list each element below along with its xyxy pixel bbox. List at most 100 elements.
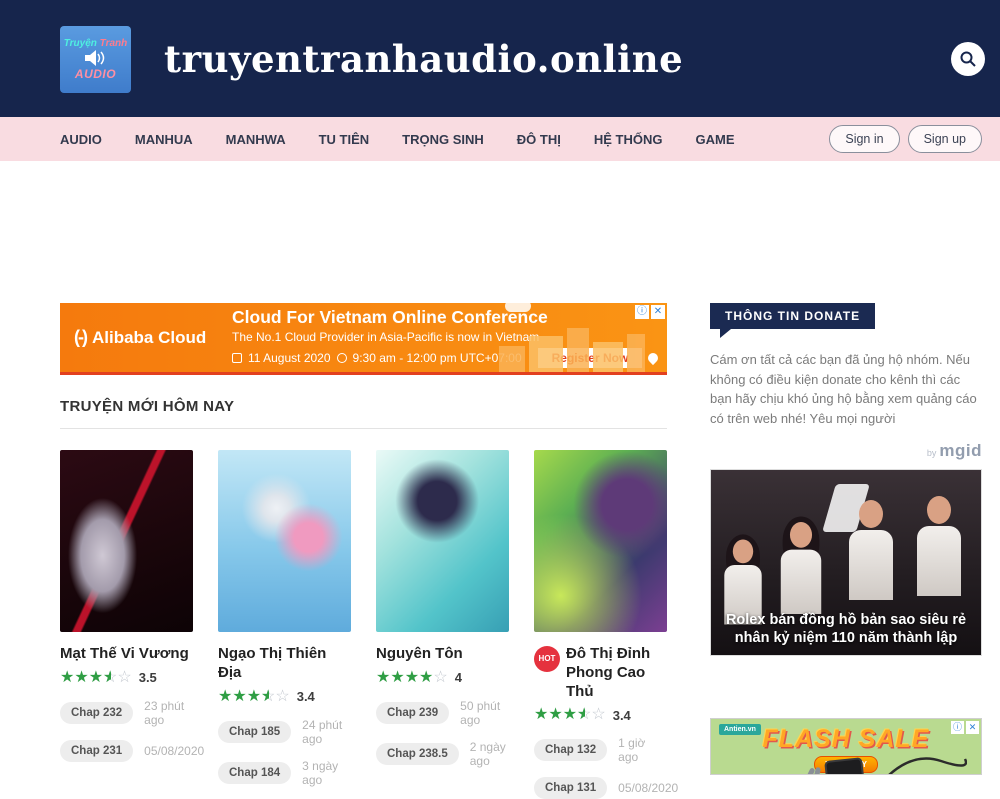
comic-cover[interactable] <box>534 450 667 632</box>
star-rating-icons: ★★★★☆ <box>376 670 448 686</box>
comic-rating: ★★★★☆☆ 3.4 <box>218 689 351 705</box>
search-icon <box>959 50 977 68</box>
ad-close-icon[interactable]: ✕ <box>966 721 979 734</box>
comic-title[interactable]: HOT Đô Thị Đỉnh Phong Cao Thủ <box>534 645 667 701</box>
cloud-icon <box>505 303 531 312</box>
advertiser-badge: Antien.vn <box>719 724 761 735</box>
nav-item-manhua[interactable]: MANHUA <box>135 132 193 147</box>
nav-item-audio[interactable]: AUDIO <box>60 132 102 147</box>
rating-value: 3.4 <box>613 708 631 723</box>
microphone-product-image <box>800 767 816 775</box>
adchoices-info-icon[interactable]: ⓘ <box>951 721 964 734</box>
chapter-time: 1 giờ ago <box>618 736 667 764</box>
chapter-row: Chap 239 50 phút ago <box>376 699 509 727</box>
nav-item-trong-sinh[interactable]: TRỌNG SINH <box>402 132 484 147</box>
model-figure <box>849 500 893 600</box>
hot-badge: HOT <box>534 646 560 672</box>
comic-title[interactable]: Nguyên Tôn <box>376 645 509 664</box>
flash-sale-ad[interactable]: Antien.vn ⓘ ✕ FLASH SALE XEM NGAY <box>710 718 982 775</box>
ad-close-icon[interactable]: ✕ <box>651 305 665 319</box>
calendar-icon <box>232 353 242 363</box>
chapter-time: 2 ngày ago <box>470 740 509 768</box>
chapter-row: Chap 238.5 2 ngày ago <box>376 740 509 768</box>
native-ad-caption[interactable]: Rolex bán đồng hồ bản sao siêu rẻ nhân k… <box>711 611 981 647</box>
chapter-button[interactable]: Chap 239 <box>376 702 449 724</box>
comic-card: Mạt Thế Vi Vương ★★★★☆☆ 3.5 Chap 232 23 … <box>60 450 193 799</box>
main-nav: AUDIO MANHUA MANHWA TU TIÊN TRỌNG SINH Đ… <box>0 117 1000 161</box>
chapter-row: Chap 232 23 phút ago <box>60 699 193 727</box>
content-column: (-) Alibaba Cloud Cloud For Vietnam Onli… <box>60 303 667 799</box>
comic-card: Nguyên Tôn ★★★★☆ 4 Chap 239 50 phút ago … <box>376 450 509 799</box>
ad-controls: ⓘ ✕ <box>635 305 665 319</box>
comic-rating: ★★★★☆☆ 3.4 <box>534 707 667 723</box>
site-header: Truyện Tranh AUDIO truyentranhaudio.onli… <box>0 0 1000 117</box>
donate-heading-badge: THÔNG TIN DONATE <box>710 303 875 329</box>
main-content: (-) Alibaba Cloud Cloud For Vietnam Onli… <box>0 161 1000 799</box>
sign-in-button[interactable]: Sign in <box>829 125 899 153</box>
adchoices-info-icon[interactable]: ⓘ <box>635 305 649 319</box>
search-button[interactable] <box>951 42 985 76</box>
section-title: TRUYỆN MỚI HÔM NAY <box>60 398 667 415</box>
nav-item-tu-tien[interactable]: TU TIÊN <box>319 132 370 147</box>
chapter-row: Chap 184 3 ngày ago <box>218 759 351 787</box>
chapter-time: 24 phút ago <box>302 718 351 746</box>
comic-rating: ★★★★☆☆ 3.5 <box>60 670 193 686</box>
comic-cover[interactable] <box>60 450 193 632</box>
nav-item-manhwa[interactable]: MANHWA <box>226 132 286 147</box>
chapter-row: Chap 185 24 phút ago <box>218 718 351 746</box>
logo-text-top: Truyện Tranh <box>64 38 128 49</box>
model-figure <box>781 522 821 614</box>
model-figure <box>917 496 961 596</box>
rating-value: 4 <box>455 670 462 685</box>
auth-buttons: Sign in Sign up <box>829 125 982 153</box>
chapter-button[interactable]: Chap 185 <box>218 721 291 743</box>
comic-grid: Mạt Thế Vi Vương ★★★★☆☆ 3.5 Chap 232 23 … <box>60 450 667 799</box>
banner-ad-date: 11 August 2020 <box>248 351 331 365</box>
comic-title[interactable]: Ngạo Thị Thiên Địa <box>218 645 351 683</box>
site-logo[interactable]: Truyện Tranh AUDIO <box>60 26 131 93</box>
ad-controls: ⓘ ✕ <box>951 721 979 734</box>
chapter-row: Chap 231 05/08/2020 <box>60 740 193 762</box>
mgid-by-label: by <box>927 448 937 458</box>
sign-up-button[interactable]: Sign up <box>908 125 982 153</box>
comic-title-text: Đô Thị Đỉnh Phong Cao Thủ <box>566 645 667 701</box>
comic-cover[interactable] <box>218 450 351 632</box>
chapter-row: Chap 132 1 giờ ago <box>534 736 667 764</box>
cable-product-image <box>881 749 967 775</box>
site-title[interactable]: truyentranhaudio.online <box>164 37 683 81</box>
comic-title-text: Mạt Thế Vi Vương <box>60 645 189 664</box>
nav-item-he-thong[interactable]: HỆ THỐNG <box>594 132 663 147</box>
banner-ad-title: Cloud For Vietnam Online Conference <box>232 307 667 328</box>
chapter-button[interactable]: Chap 231 <box>60 740 133 762</box>
chapter-button[interactable]: Chap 184 <box>218 762 291 784</box>
chapter-time: 50 phút ago <box>460 699 509 727</box>
comic-card: Ngạo Thị Thiên Địa ★★★★☆☆ 3.4 Chap 185 2… <box>218 450 351 799</box>
mgid-attribution[interactable]: bymgid <box>710 441 982 461</box>
native-ad-rolex[interactable]: Rolex bán đồng hồ bản sao siêu rẻ nhân k… <box>710 469 982 656</box>
chapter-button[interactable]: Chap 132 <box>534 739 607 761</box>
phone-product-image <box>824 757 868 775</box>
section-divider <box>60 428 667 429</box>
speaker-icon <box>85 50 107 66</box>
banner-ad-time: 9:30 am - 12:00 pm UTC+07:00 <box>353 351 522 365</box>
buildings-illustration <box>499 326 649 372</box>
chapter-button[interactable]: Chap 238.5 <box>376 743 459 765</box>
banner-ad-alibaba[interactable]: (-) Alibaba Cloud Cloud For Vietnam Onli… <box>60 303 667 375</box>
comic-title[interactable]: Mạt Thế Vi Vương <box>60 645 193 664</box>
sidebar: THÔNG TIN DONATE Cám ơn tất cả các bạn đ… <box>710 303 982 799</box>
chapter-button[interactable]: Chap 232 <box>60 702 133 724</box>
nav-item-game[interactable]: GAME <box>695 132 734 147</box>
alibaba-brand-text: Alibaba Cloud <box>92 328 206 348</box>
nav-item-do-thi[interactable]: ĐÔ THỊ <box>517 132 561 147</box>
rating-value: 3.5 <box>139 670 157 685</box>
mgid-logo: mgid <box>939 441 982 460</box>
chapter-time: 23 phút ago <box>144 699 193 727</box>
chapter-time: 05/08/2020 <box>144 744 204 758</box>
star-rating-icons: ★★★★☆☆ <box>534 707 606 723</box>
comic-rating: ★★★★☆ 4 <box>376 670 509 686</box>
comic-cover[interactable] <box>376 450 509 632</box>
chapter-button[interactable]: Chap 131 <box>534 777 607 799</box>
comic-title-text: Ngạo Thị Thiên Địa <box>218 645 351 683</box>
star-rating-icons: ★★★★☆☆ <box>218 689 290 705</box>
donate-text: Cám ơn tất cả các bạn đã ủng hộ nhóm. Nế… <box>710 350 982 428</box>
